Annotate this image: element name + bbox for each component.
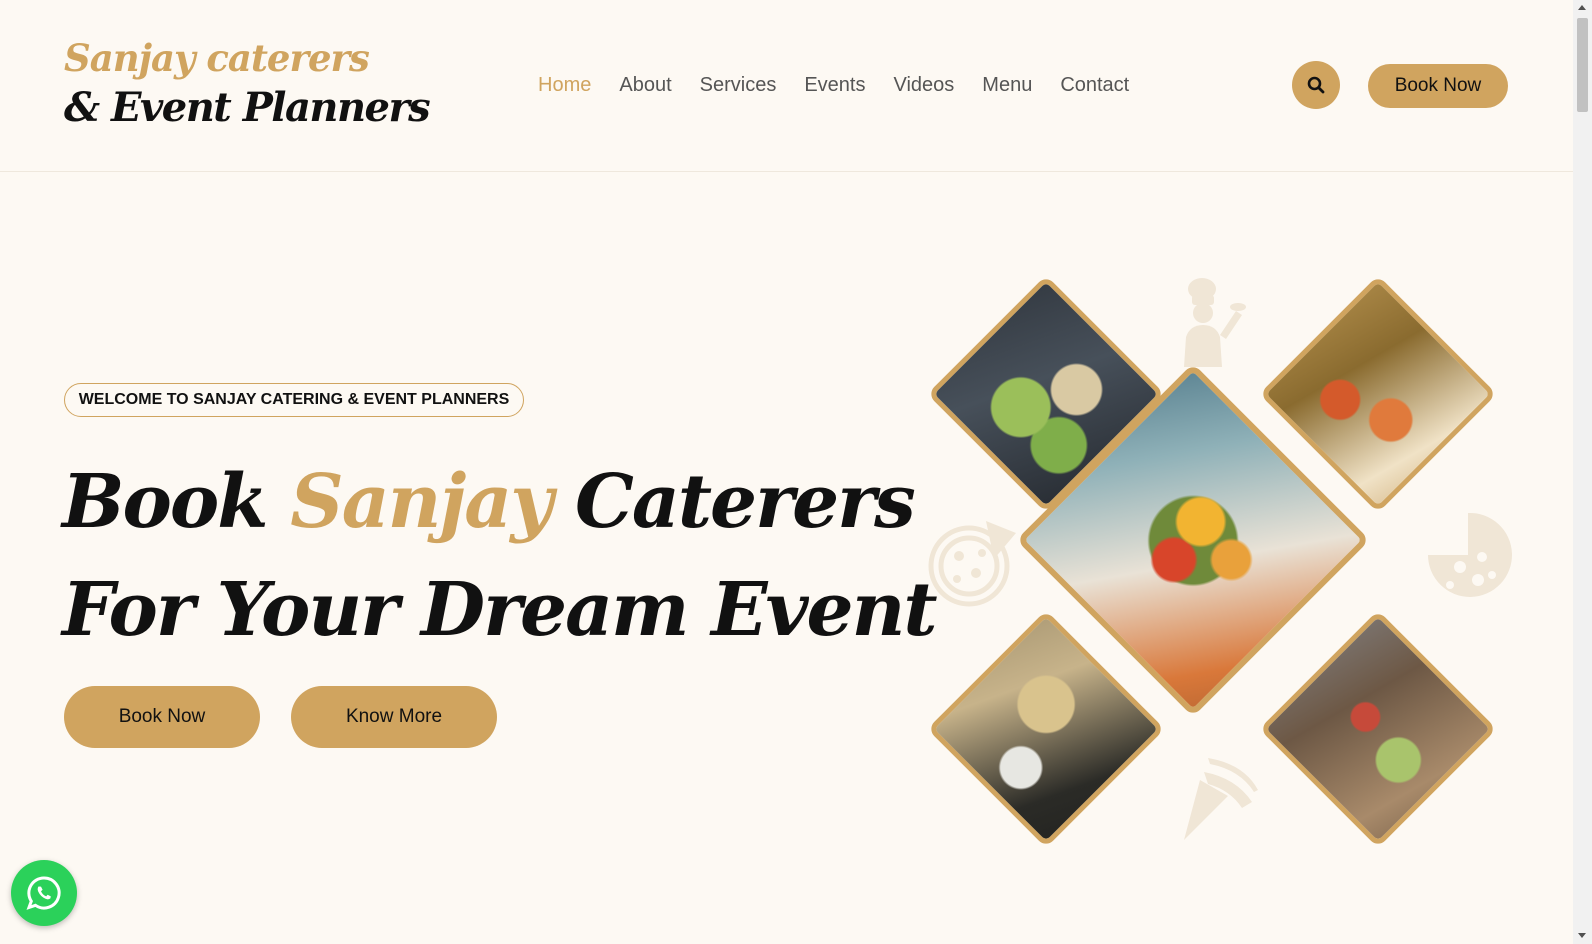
scroll-up-arrow-icon[interactable] — [1578, 5, 1586, 10]
headline-part1: Book — [62, 459, 291, 545]
page-scrollbar[interactable] — [1573, 0, 1592, 944]
search-icon — [1307, 76, 1325, 94]
pizza-icon — [1428, 512, 1512, 597]
nav-item-menu[interactable]: Menu — [982, 72, 1032, 98]
header-book-now-button[interactable]: Book Now — [1368, 64, 1508, 108]
chef-icon — [1184, 278, 1246, 367]
nav-item-home[interactable]: Home — [538, 72, 591, 98]
site-header: Sanjay caterers & Event Planners Home Ab… — [0, 0, 1573, 172]
headline-line2: For Your Dream Event — [62, 567, 938, 653]
know-more-button[interactable]: Know More — [291, 686, 497, 748]
scroll-down-arrow-icon[interactable] — [1578, 933, 1586, 938]
main-nav: Home About Services Events Videos Menu C… — [538, 72, 1157, 98]
nav-item-about[interactable]: About — [619, 72, 671, 98]
whatsapp-icon — [26, 876, 61, 910]
hero-book-now-button[interactable]: Book Now — [64, 686, 260, 748]
headline-part2: Caterers — [551, 459, 916, 545]
nav-item-events[interactable]: Events — [804, 72, 865, 98]
nav-item-contact[interactable]: Contact — [1060, 72, 1129, 98]
welcome-badge: WELCOME TO SANJAY CATERING & EVENT PLANN… — [64, 383, 524, 417]
headline-accent: Sanjay — [290, 459, 553, 545]
brand-logo[interactable]: Sanjay caterers & Event Planners — [64, 34, 431, 134]
pizza-icon — [928, 521, 1016, 607]
food-image-platters — [1259, 610, 1497, 848]
nav-item-videos[interactable]: Videos — [893, 72, 954, 98]
brand-logo-line1: Sanjay caterers — [64, 36, 370, 80]
pizza-slice-icon — [1184, 758, 1258, 840]
whatsapp-button[interactable] — [11, 860, 77, 926]
brand-logo-line2: & Event Planners — [64, 84, 431, 131]
food-collage — [927, 275, 1512, 855]
scrollbar-thumb[interactable] — [1577, 18, 1588, 112]
hero-headline: Book Sanjay Caterers For Your Dream Even… — [62, 448, 938, 664]
search-button[interactable] — [1292, 61, 1340, 109]
nav-item-services[interactable]: Services — [700, 72, 777, 98]
